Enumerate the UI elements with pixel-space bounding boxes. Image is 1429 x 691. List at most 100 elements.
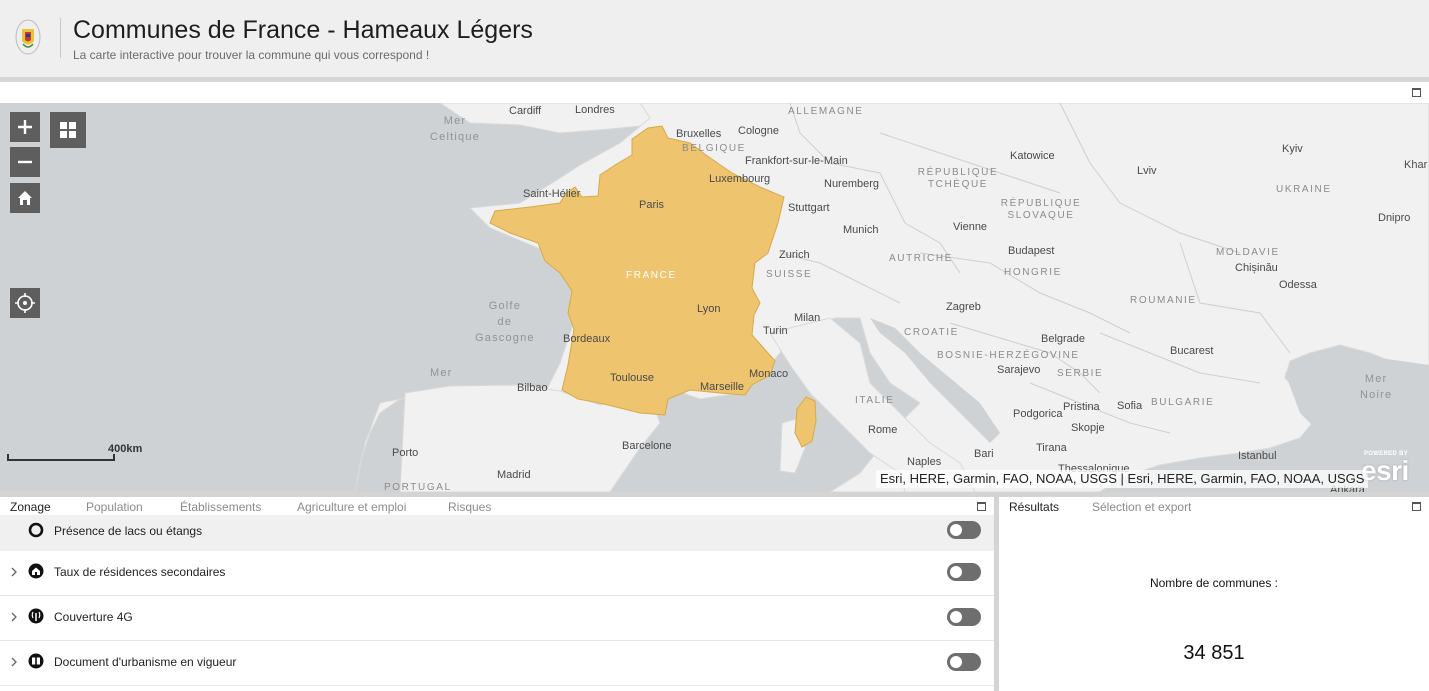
layer-row-residences[interactable]: Taux de résidences secondaires <box>0 552 994 596</box>
city-label: Rome <box>868 424 898 436</box>
city-label: Zagreb <box>946 301 981 313</box>
home-icon <box>18 191 32 205</box>
locate-button[interactable] <box>10 288 40 318</box>
basemap-gallery-button[interactable] <box>50 112 86 148</box>
city-label: Bucarest <box>1170 345 1214 357</box>
sea-label: Mer Noire <box>1360 373 1393 401</box>
chevron-right-icon[interactable] <box>9 565 19 579</box>
city-label: Cologne <box>738 125 779 137</box>
city-label: Lyon <box>697 303 721 315</box>
tab-risques[interactable]: Risques <box>448 500 491 514</box>
layer-row-urbanisme[interactable]: Document d'urbanisme en vigueur <box>0 642 994 686</box>
city-label: Podgorica <box>1013 408 1063 420</box>
header-divider <box>60 18 61 58</box>
layer-toggle[interactable] <box>947 521 981 539</box>
city-label: Munich <box>843 224 879 236</box>
tab-population[interactable]: Population <box>86 500 143 514</box>
app-header: Communes de France - Hameaux Légers La c… <box>0 0 1429 77</box>
zoom-in-button[interactable] <box>10 112 40 142</box>
layer-toggle[interactable] <box>947 608 981 626</box>
layer-label: Document d'urbanisme en vigueur <box>54 655 237 669</box>
city-label: Bordeaux <box>563 333 611 345</box>
layers-panel: Zonage Population Établissements Agricul… <box>0 497 994 691</box>
layer-toggle[interactable] <box>947 563 981 581</box>
city-label: Lviv <box>1137 165 1157 177</box>
sea-label: Golfe de Gascogne <box>475 300 535 344</box>
scale-bar <box>7 454 115 461</box>
tab-zonage[interactable]: Zonage <box>10 500 51 514</box>
country-label: RÉPUBLIQUE TCHÈQUE <box>917 167 999 190</box>
country-label: RÉPUBLIQUE SLOVAQUE <box>1000 198 1082 221</box>
map-attribution: Esri, HERE, Garmin, FAO, NOAA, USGS | Es… <box>876 470 1369 488</box>
city-label: Vienne <box>953 221 988 233</box>
scale-label: 400km <box>108 443 143 455</box>
map-view[interactable]: Cardiff Londres Bruxelles Cologne Frankf… <box>0 103 1429 492</box>
layer-label: Taux de résidences secondaires <box>54 565 226 579</box>
country-label: ROUMANIE <box>1130 295 1197 306</box>
city-label: Pristina <box>1063 401 1100 413</box>
city-label: Naples <box>907 456 942 468</box>
country-label: SERBIE <box>1057 368 1104 379</box>
sea-label: Mer <box>430 367 453 379</box>
city-label: Sarajevo <box>997 364 1041 376</box>
sea-label: Mer Celtique <box>430 115 480 143</box>
communes-count-value: 34 851 <box>1183 642 1245 664</box>
city-label: Skopje <box>1071 422 1105 434</box>
city-label: Paris <box>639 199 665 211</box>
country-label: BULGARIE <box>1151 397 1215 408</box>
locate-icon <box>15 293 35 313</box>
chevron-right-icon[interactable] <box>9 610 19 624</box>
coat-of-arms-icon <box>15 19 41 55</box>
city-label: Bilbao <box>517 382 548 394</box>
city-label: Bruxelles <box>676 128 722 140</box>
esri-logo[interactable]: esri <box>1361 455 1409 487</box>
city-label: Tirana <box>1036 442 1067 454</box>
maximize-icon[interactable] <box>977 502 986 511</box>
layer-label: Couverture 4G <box>54 610 133 624</box>
maximize-icon[interactable] <box>1412 502 1421 511</box>
home-button[interactable] <box>10 183 40 213</box>
maximize-icon[interactable] <box>1412 88 1421 97</box>
layer-row-4g[interactable]: Couverture 4G <box>0 597 994 641</box>
tab-etablissements[interactable]: Établissements <box>180 500 261 514</box>
zoom-out-button[interactable] <box>10 147 40 177</box>
country-label: BOSNIE-HERZÉGOVINE <box>937 350 1080 361</box>
country-label: SUISSE <box>766 269 813 280</box>
country-label: ALLEMAGNE <box>788 106 864 117</box>
basemap-gallery-icon <box>60 122 76 138</box>
app-title: Communes de France - Hameaux Légers <box>73 16 533 44</box>
city-label: Bari <box>974 448 994 460</box>
city-label: Frankfort-sur-le-Main <box>745 155 848 167</box>
layer-row-lacs[interactable]: Présence de lacs ou étangs <box>0 515 994 551</box>
city-label: Marseille <box>700 381 745 393</box>
city-label: Monaco <box>749 368 789 380</box>
country-label: MOLDAVIE <box>1216 247 1280 258</box>
antenna-icon <box>28 608 44 624</box>
plus-icon <box>18 120 32 134</box>
city-label: Chișinău <box>1235 262 1278 274</box>
city-label: Cardiff <box>509 105 542 117</box>
city-label: Toulouse <box>610 372 655 384</box>
city-label: Budapest <box>1008 245 1055 257</box>
city-label: Belgrade <box>1041 333 1086 345</box>
city-label: Odessa <box>1279 279 1317 291</box>
house-icon <box>28 563 44 579</box>
city-label: Stuttgart <box>788 202 830 214</box>
layer-toggle[interactable] <box>947 653 981 671</box>
city-label: Nuremberg <box>824 178 880 190</box>
city-label: Milan <box>794 312 821 324</box>
country-label: ITALIE <box>855 395 895 406</box>
document-icon <box>28 653 44 669</box>
city-label: Dnipro <box>1378 212 1411 224</box>
city-label: Luxembourg <box>709 173 771 185</box>
city-label: Londres <box>575 104 615 116</box>
chevron-right-icon[interactable] <box>9 655 19 669</box>
country-label: HONGRIE <box>1004 267 1062 278</box>
tab-resultats[interactable]: Résultats <box>1009 500 1059 514</box>
communes-count-label: Nombre de communes : <box>1149 576 1279 590</box>
city-label: Kyiv <box>1282 143 1303 155</box>
city-label: Katowice <box>1010 150 1055 162</box>
tab-selection-export[interactable]: Sélection et export <box>1092 500 1191 514</box>
tab-agriculture-emploi[interactable]: Agriculture et emploi <box>297 500 406 514</box>
city-label: Saint-Hélier <box>523 188 581 200</box>
